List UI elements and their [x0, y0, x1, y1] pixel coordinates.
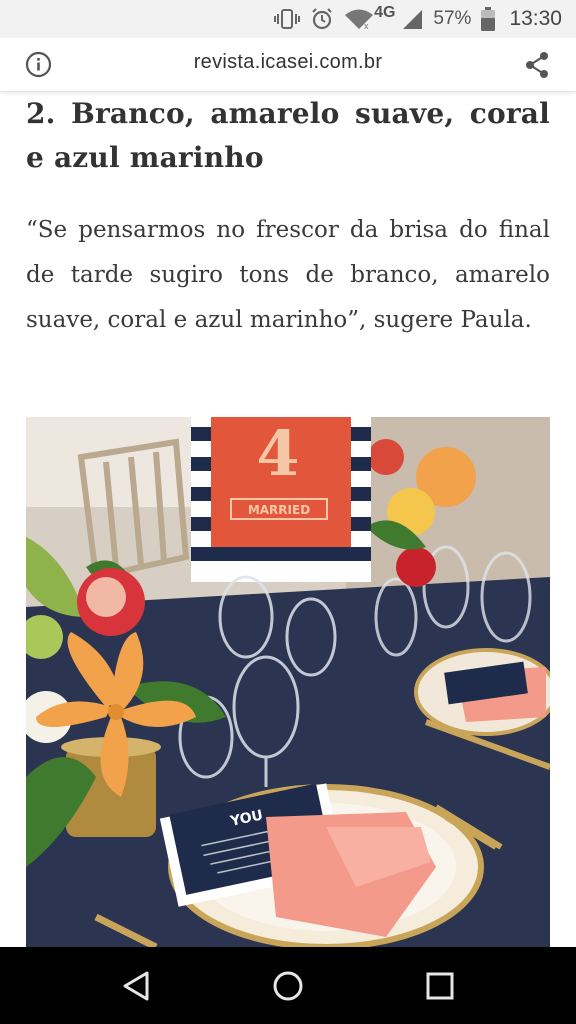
- back-icon[interactable]: [116, 966, 156, 1006]
- wifi-icon: x: [344, 8, 374, 30]
- wedding-table-photo: 4 MARRIED YOU: [26, 417, 550, 947]
- url-text[interactable]: revista.icasei.com.br: [0, 51, 576, 74]
- table-setting-illustration: 4 MARRIED YOU: [26, 417, 550, 947]
- battery-percent: 57%: [433, 8, 472, 29]
- signal-icon: [401, 8, 423, 30]
- home-icon[interactable]: [268, 966, 308, 1006]
- vibrate-icon: [274, 8, 301, 30]
- battery-icon: [481, 7, 496, 31]
- alarm-icon: [310, 7, 334, 31]
- status-bar: x 4G 57% 13:30: [0, 0, 576, 38]
- article-quote: “Se pensarmos no frescor da brisa do fin…: [26, 217, 550, 333]
- sign-text: MARRIED: [248, 503, 310, 517]
- network-type: 4G: [374, 4, 396, 21]
- svg-text:x: x: [364, 21, 369, 30]
- share-icon[interactable]: [524, 51, 550, 79]
- article-heading: 2. Branco, amarelo suave, coral e azul m…: [26, 97, 550, 174]
- system-nav-bar: [0, 947, 576, 1024]
- clock: 13:30: [509, 7, 562, 30]
- article-content: 2. Branco, amarelo suave, coral e azul m…: [26, 92, 550, 343]
- recents-icon[interactable]: [420, 966, 460, 1006]
- browser-address-bar: revista.icasei.com.br: [0, 38, 576, 92]
- table-number: 4: [256, 417, 299, 490]
